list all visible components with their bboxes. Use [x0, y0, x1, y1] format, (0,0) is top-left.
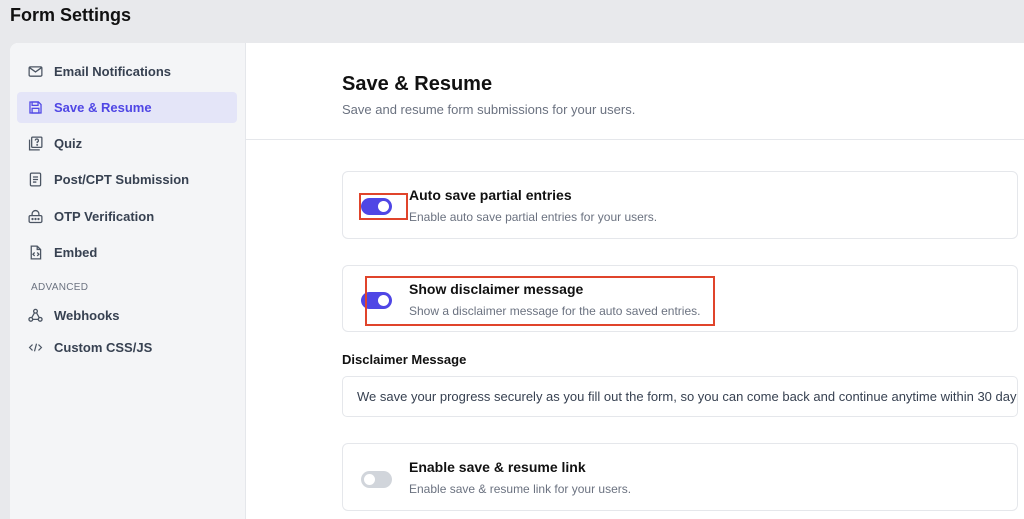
- section-subtitle: Save and resume form submissions for you…: [342, 102, 636, 117]
- sidebar-item-webhooks[interactable]: Webhooks: [17, 300, 237, 331]
- sidebar-item-label: Webhooks: [54, 308, 120, 323]
- sidebar-item-label: Custom CSS/JS: [54, 340, 153, 355]
- sidebar-item-label: Save & Resume: [54, 100, 152, 115]
- setting-description: Enable auto save partial entries for you…: [409, 210, 658, 224]
- sidebar: Email Notifications Save & Resume Quiz P…: [10, 43, 246, 519]
- sidebar-item-otp-verification[interactable]: OTP Verification: [17, 201, 237, 232]
- setting-title: Enable save & resume link: [409, 459, 586, 475]
- otp-icon: [27, 208, 44, 225]
- setting-card-save-resume-link: Enable save & resume link Enable save & …: [342, 443, 1018, 511]
- quiz-icon: [27, 135, 44, 152]
- main-content: Save & Resume Save and resume form submi…: [246, 43, 1024, 519]
- code-icon: [27, 339, 44, 356]
- disclaimer-message-input[interactable]: We save your progress securely as you fi…: [342, 376, 1018, 417]
- sidebar-item-post-cpt-submission[interactable]: Post/CPT Submission: [17, 164, 237, 195]
- sidebar-item-custom-css-js[interactable]: Custom CSS/JS: [17, 332, 237, 363]
- section-header: Save & Resume Save and resume form submi…: [246, 43, 1024, 140]
- document-icon: [27, 171, 44, 188]
- highlight-box: [359, 193, 408, 220]
- disclaimer-label: Disclaimer Message: [342, 352, 467, 367]
- sidebar-item-label: Post/CPT Submission: [54, 172, 190, 187]
- setting-card-auto-save: Auto save partial entries Enable auto sa…: [342, 171, 1018, 239]
- section-title: Save & Resume: [342, 73, 493, 95]
- code-file-icon: [27, 244, 44, 261]
- sidebar-section-heading: ADVANCED: [31, 282, 89, 293]
- sidebar-item-embed[interactable]: Embed: [17, 237, 237, 268]
- sidebar-item-save-resume[interactable]: Save & Resume: [17, 92, 237, 123]
- toggle-knob: [364, 474, 375, 485]
- sidebar-item-label: Embed: [54, 245, 98, 260]
- sidebar-item-email-notifications[interactable]: Email Notifications: [17, 56, 237, 87]
- highlight-box: [365, 276, 715, 326]
- sidebar-item-label: OTP Verification: [54, 209, 155, 224]
- save-resume-link-toggle[interactable]: [361, 471, 392, 488]
- save-icon: [27, 99, 44, 116]
- page-title: Form Settings: [10, 5, 132, 25]
- sidebar-item-label: Email Notifications: [54, 64, 172, 79]
- sidebar-item-label: Quiz: [54, 136, 83, 151]
- setting-title: Auto save partial entries: [409, 187, 572, 203]
- sidebar-item-quiz[interactable]: Quiz: [17, 128, 237, 159]
- setting-description: Enable save & resume link for your users…: [409, 482, 632, 496]
- mail-icon: [27, 63, 44, 80]
- webhooks-icon: [27, 307, 44, 324]
- settings-panel: Email Notifications Save & Resume Quiz P…: [10, 43, 1024, 519]
